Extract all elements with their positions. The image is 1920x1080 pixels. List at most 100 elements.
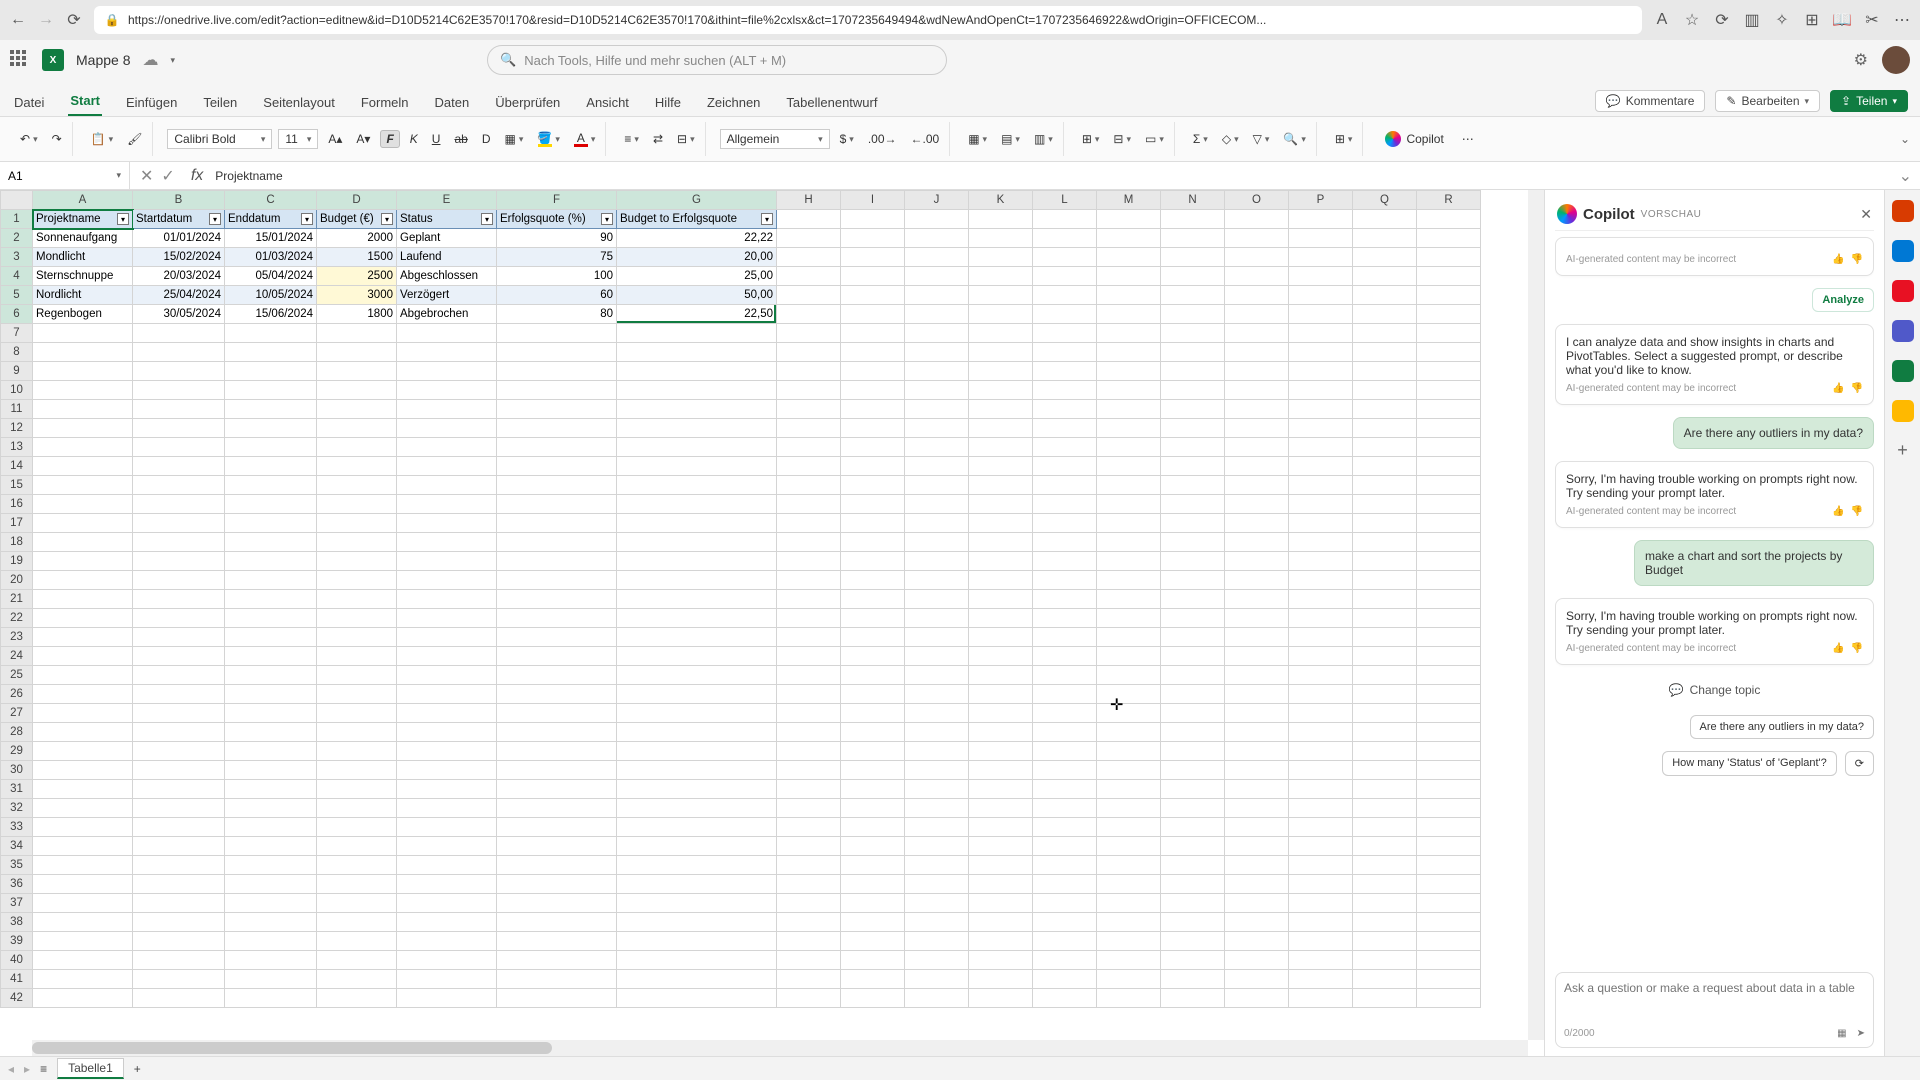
cell-M10[interactable] [1097, 381, 1161, 400]
cell-J38[interactable] [905, 913, 969, 932]
addins-button[interactable]: ⊞▾ [1331, 129, 1357, 149]
increase-font-button[interactable]: A▴ [324, 129, 346, 149]
cell-R11[interactable] [1417, 400, 1481, 419]
tab-start[interactable]: Start [68, 87, 102, 116]
cell-N41[interactable] [1161, 970, 1225, 989]
merge-button[interactable]: ⊟▾ [673, 129, 699, 149]
cell-K40[interactable] [969, 951, 1033, 970]
cell-F26[interactable] [497, 685, 617, 704]
cell-R21[interactable] [1417, 590, 1481, 609]
cell-M35[interactable] [1097, 856, 1161, 875]
cell-R15[interactable] [1417, 476, 1481, 495]
cell-Q22[interactable] [1353, 609, 1417, 628]
cell-G21[interactable] [617, 590, 777, 609]
cell-P16[interactable] [1289, 495, 1353, 514]
cell-F11[interactable] [497, 400, 617, 419]
cell-H25[interactable] [777, 666, 841, 685]
cell-F32[interactable] [497, 799, 617, 818]
cell-J9[interactable] [905, 362, 969, 381]
cell-H32[interactable] [777, 799, 841, 818]
cell-P12[interactable] [1289, 419, 1353, 438]
cell-M14[interactable] [1097, 457, 1161, 476]
cell-R16[interactable] [1417, 495, 1481, 514]
cell-L16[interactable] [1033, 495, 1097, 514]
cell-F18[interactable] [497, 533, 617, 552]
cell-L24[interactable] [1033, 647, 1097, 666]
sheet-tab-active[interactable]: Tabelle1 [57, 1058, 124, 1079]
cell-Q23[interactable] [1353, 628, 1417, 647]
cell-L15[interactable] [1033, 476, 1097, 495]
cell-M17[interactable] [1097, 514, 1161, 533]
cell-Q5[interactable] [1353, 286, 1417, 305]
cell-E42[interactable] [397, 989, 497, 1008]
cell-N31[interactable] [1161, 780, 1225, 799]
cell-M22[interactable] [1097, 609, 1161, 628]
cell-H15[interactable] [777, 476, 841, 495]
col-header-J[interactable]: J [905, 191, 969, 210]
cell-F20[interactable] [497, 571, 617, 590]
rail-icon-2[interactable] [1892, 240, 1914, 262]
cell-H41[interactable] [777, 970, 841, 989]
cell-R2[interactable] [1417, 229, 1481, 248]
cell-J3[interactable] [905, 248, 969, 267]
cell-B4[interactable]: 20/03/2024 [133, 267, 225, 286]
send-icon[interactable]: ➤ [1857, 1028, 1865, 1039]
cell-E10[interactable] [397, 381, 497, 400]
cell-G6[interactable]: 22,50 [617, 305, 777, 324]
cell-G1[interactable]: Budget to Erfolgsquote▾ [617, 210, 777, 229]
cell-B22[interactable] [133, 609, 225, 628]
cell-N21[interactable] [1161, 590, 1225, 609]
cell-C35[interactable] [225, 856, 317, 875]
cell-A8[interactable] [33, 343, 133, 362]
cell-F4[interactable]: 100 [497, 267, 617, 286]
refresh-icon[interactable]: ⟳ [66, 12, 82, 28]
cell-Q1[interactable] [1353, 210, 1417, 229]
cell-G42[interactable] [617, 989, 777, 1008]
star-icon[interactable]: ☆ [1684, 12, 1700, 28]
cell-L8[interactable] [1033, 343, 1097, 362]
undo-button[interactable]: ↶▾ [16, 129, 42, 149]
cell-R23[interactable] [1417, 628, 1481, 647]
cell-D11[interactable] [317, 400, 397, 419]
cell-L42[interactable] [1033, 989, 1097, 1008]
cell-K15[interactable] [969, 476, 1033, 495]
cell-L37[interactable] [1033, 894, 1097, 913]
cell-K21[interactable] [969, 590, 1033, 609]
cell-Q7[interactable] [1353, 324, 1417, 343]
cell-P41[interactable] [1289, 970, 1353, 989]
cell-P11[interactable] [1289, 400, 1353, 419]
cell-I16[interactable] [841, 495, 905, 514]
cell-K33[interactable] [969, 818, 1033, 837]
cell-K26[interactable] [969, 685, 1033, 704]
cell-L26[interactable] [1033, 685, 1097, 704]
cell-F22[interactable] [497, 609, 617, 628]
cell-E15[interactable] [397, 476, 497, 495]
cell-O34[interactable] [1225, 837, 1289, 856]
cell-H10[interactable] [777, 381, 841, 400]
cell-D14[interactable] [317, 457, 397, 476]
cell-K38[interactable] [969, 913, 1033, 932]
cell-I28[interactable] [841, 723, 905, 742]
cell-E38[interactable] [397, 913, 497, 932]
settings-icon[interactable]: ⚙ [1854, 50, 1868, 70]
cell-M1[interactable] [1097, 210, 1161, 229]
cell-G36[interactable] [617, 875, 777, 894]
cell-G28[interactable] [617, 723, 777, 742]
filter-button[interactable]: ▾ [481, 213, 493, 225]
cell-J7[interactable] [905, 324, 969, 343]
cell-I20[interactable] [841, 571, 905, 590]
cell-A27[interactable] [33, 704, 133, 723]
cell-F13[interactable] [497, 438, 617, 457]
suggestion-chip-1[interactable]: Are there any outliers in my data? [1690, 715, 1874, 739]
cell-D39[interactable] [317, 932, 397, 951]
cell-Q38[interactable] [1353, 913, 1417, 932]
cell-M39[interactable] [1097, 932, 1161, 951]
cell-I41[interactable] [841, 970, 905, 989]
rail-icon-5[interactable] [1892, 360, 1914, 382]
sheet-nav-right[interactable]: ▸ [24, 1062, 30, 1076]
cell-D38[interactable] [317, 913, 397, 932]
cell-Q19[interactable] [1353, 552, 1417, 571]
cell-D34[interactable] [317, 837, 397, 856]
cell-M30[interactable] [1097, 761, 1161, 780]
number-format-select[interactable]: Allgemein▾ [720, 129, 830, 149]
